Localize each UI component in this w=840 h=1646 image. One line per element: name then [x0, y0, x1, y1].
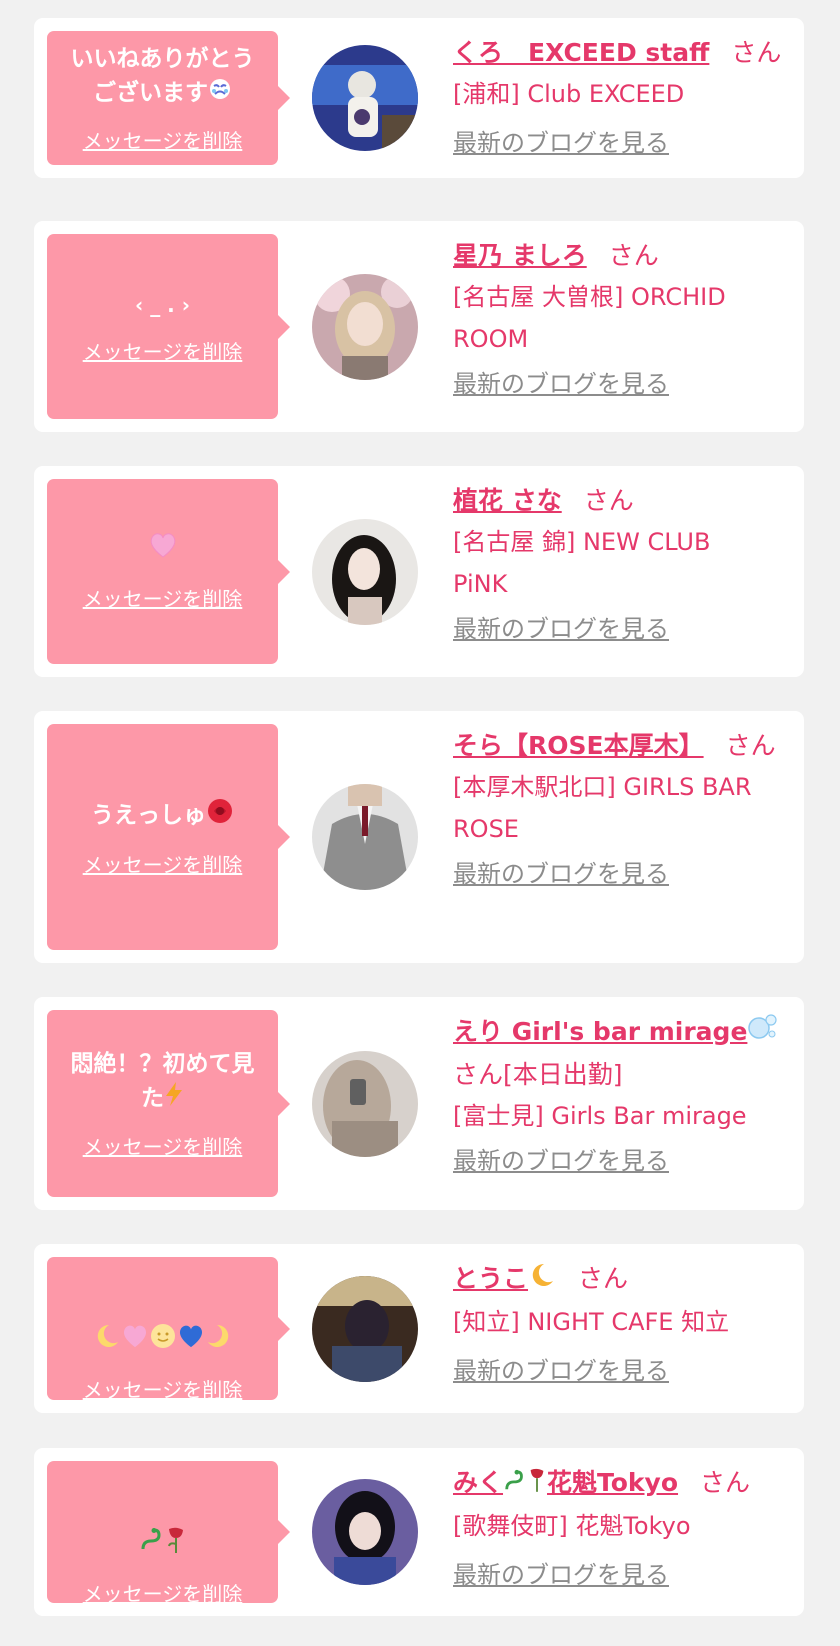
- message-bubble: メッセージを削除: [47, 1458, 290, 1606]
- cast-info: みく 花魁Tokyo さん [歌舞伎町] 花魁Tokyo 最新のブログを見る: [453, 1462, 786, 1593]
- honorific: さん: [608, 241, 659, 270]
- cast-name-link[interactable]: とうこ: [453, 1263, 556, 1293]
- honorific: さん: [578, 1264, 629, 1293]
- list-item: いいねありがとう ございます メッセージを削除 くろ EXCEED staff さ…: [34, 18, 804, 178]
- list-item: メッセージを削除 みく 花魁Tokyo さん [歌舞伎町] 花魁Tokyo 最新のブ…: [34, 1448, 804, 1616]
- cast-name-link[interactable]: みく 花魁Tokyo: [453, 1468, 678, 1497]
- message-bubble: ‹ _ . › メッセージを削除: [47, 234, 290, 419]
- message-bubble: メッセージを削除: [47, 1254, 290, 1403]
- delete-message-link[interactable]: メッセージを削除: [83, 1374, 243, 1403]
- shop-name: [名古屋 錦] NEW CLUB PiNK: [453, 528, 711, 598]
- snake-icon: [503, 1464, 527, 1505]
- message-bubble: メッセージを削除: [47, 479, 290, 664]
- delete-message-link[interactable]: メッセージを削除: [83, 125, 243, 154]
- cast-info: くろ EXCEED staff さん [浦和] Club EXCEED 最新のブロ…: [453, 32, 786, 161]
- avatar[interactable]: [312, 1275, 418, 1382]
- crying-face-icon: [208, 77, 232, 111]
- crescent-moon-icon: [93, 1322, 121, 1360]
- blue-heart-icon: [177, 1323, 205, 1359]
- latest-blog-link[interactable]: 最新のブログを見る: [453, 1143, 669, 1179]
- avatar[interactable]: [312, 784, 418, 890]
- latest-blog-link[interactable]: 最新のブログを見る: [453, 366, 669, 402]
- honorific: さん: [583, 486, 634, 515]
- honorific: さん: [700, 1468, 751, 1497]
- avatar[interactable]: [312, 518, 418, 625]
- wilted-rose-icon: [165, 1526, 187, 1564]
- message-bubble: うえっしゅ メッセージを削除: [47, 724, 290, 950]
- pink-heart-icon: [121, 1323, 149, 1359]
- cast-name-link[interactable]: えり Girl's bar mirage: [453, 1014, 778, 1046]
- avatar[interactable]: [312, 1479, 418, 1585]
- message-bubble: いいねありがとう ございます メッセージを削除: [47, 31, 290, 165]
- bubbles-icon: [747, 1012, 778, 1054]
- cast-name-link[interactable]: 星乃 ましろ: [453, 241, 587, 270]
- honorific: さん: [731, 38, 782, 67]
- pink-heart-icon: [148, 531, 178, 569]
- message-text: うえっしゅ: [91, 797, 234, 835]
- wilted-rose-icon: [527, 1464, 547, 1505]
- list-item: メッセージを削除 とうこ さん [知立] NIGHT CAFE 知立 最新のブログ…: [34, 1244, 804, 1413]
- crescent-moon-icon: [528, 1260, 556, 1301]
- cast-info: 植花 さな さん [名古屋 錦] NEW CLUB PiNK 最新のブログを見る: [453, 480, 786, 647]
- delete-message-link[interactable]: メッセージを削除: [83, 849, 243, 878]
- shop-name: [本厚木駅北口] GIRLS BAR ROSE: [453, 773, 752, 843]
- message-bubble: 悶絶！？初めて見 た メッセージを削除: [47, 1010, 290, 1197]
- shop-name: [富士見] Girls Bar mirage: [453, 1102, 747, 1130]
- shop-name: [名古屋 大曽根] ORCHID ROOM: [453, 283, 726, 353]
- avatar[interactable]: [312, 45, 418, 151]
- latest-blog-link[interactable]: 最新のブログを見る: [453, 125, 669, 161]
- message-text: [148, 531, 178, 569]
- avatar[interactable]: [312, 273, 418, 380]
- latest-blog-link[interactable]: 最新のブログを見る: [453, 1353, 669, 1389]
- cast-name-link[interactable]: 植花 さな: [453, 486, 562, 515]
- list-item: ‹ _ . › メッセージを削除 星乃 ましろ さん [名古屋 大曽根] ORCH…: [34, 221, 804, 432]
- list-item: うえっしゅ メッセージを削除 そら【ROSE本厚木】 さん [本厚木駅北口] GI…: [34, 711, 804, 963]
- delete-message-link[interactable]: メッセージを削除: [83, 1578, 243, 1607]
- cast-name-link[interactable]: そら【ROSE本厚木】: [453, 731, 704, 760]
- shop-name: [歌舞伎町] 花魁Tokyo: [453, 1511, 691, 1540]
- cast-info: 星乃 ましろ さん [名古屋 大曽根] ORCHID ROOM 最新のブログを見る: [453, 235, 786, 402]
- cast-info: そら【ROSE本厚木】 さん [本厚木駅北口] GIRLS BAR ROSE 最新…: [453, 725, 786, 892]
- sun-face-icon: [149, 1322, 177, 1360]
- delete-message-link[interactable]: メッセージを削除: [83, 1131, 243, 1160]
- message-text: いいねありがとう ございます: [71, 42, 255, 111]
- cast-info: えり Girl's bar mirage さん[本日出勤] [富士見] Girls…: [453, 1011, 786, 1179]
- cast-info: とうこ さん [知立] NIGHT CAFE 知立 最新のブログを見る: [453, 1258, 786, 1389]
- message-text: [139, 1458, 187, 1564]
- delete-message-link[interactable]: メッセージを削除: [83, 336, 243, 365]
- red-rose-icon: [206, 797, 234, 835]
- shop-name: [浦和] Club EXCEED: [453, 80, 685, 108]
- honorific: さん: [453, 1060, 504, 1089]
- delete-message-link[interactable]: メッセージを削除: [83, 583, 243, 612]
- shop-name: [知立] NIGHT CAFE 知立: [453, 1307, 730, 1336]
- message-text: 悶絶！？初めて見 た: [71, 1047, 255, 1117]
- snake-icon: [139, 1527, 165, 1563]
- cast-name-link[interactable]: くろ EXCEED staff: [453, 38, 709, 67]
- lightning-icon: [164, 1081, 184, 1117]
- name-suffix: [本日出勤]: [503, 1060, 623, 1089]
- latest-blog-link[interactable]: 最新のブログを見る: [453, 1557, 669, 1593]
- latest-blog-link[interactable]: 最新のブログを見る: [453, 856, 669, 892]
- message-text: ‹ _ . ›: [135, 293, 190, 317]
- latest-blog-link[interactable]: 最新のブログを見る: [453, 611, 669, 647]
- message-text: [93, 1254, 233, 1360]
- list-item: 悶絶！？初めて見 た メッセージを削除 えり Girl's bar mirage…: [34, 997, 804, 1210]
- avatar[interactable]: [312, 1050, 418, 1157]
- list-item: メッセージを削除 植花 さな さん [名古屋 錦] NEW CLUB PiNK 最…: [34, 466, 804, 677]
- crescent-moon-icon: [205, 1322, 233, 1360]
- honorific: さん: [725, 731, 776, 760]
- like-message-list: いいねありがとう ございます メッセージを削除 くろ EXCEED staff さ…: [0, 0, 840, 1646]
